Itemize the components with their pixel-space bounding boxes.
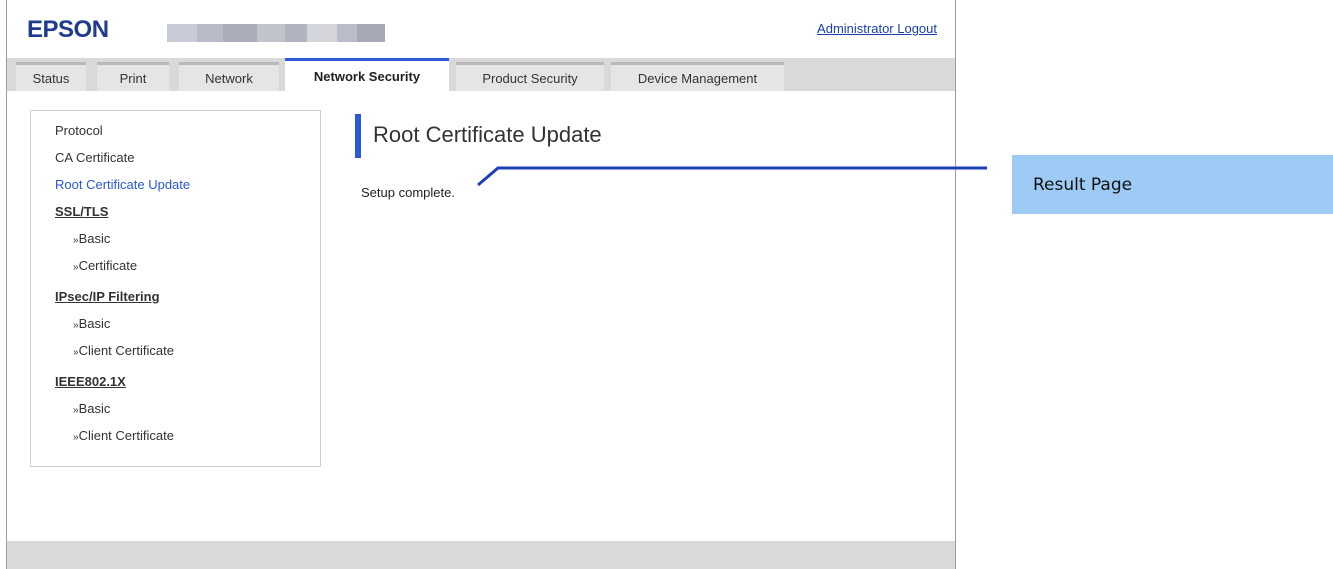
callout-label: Result Page [1033, 174, 1133, 195]
result-page-callout: Result Page [1012, 155, 1333, 214]
callout-pointer-line [477, 166, 987, 187]
